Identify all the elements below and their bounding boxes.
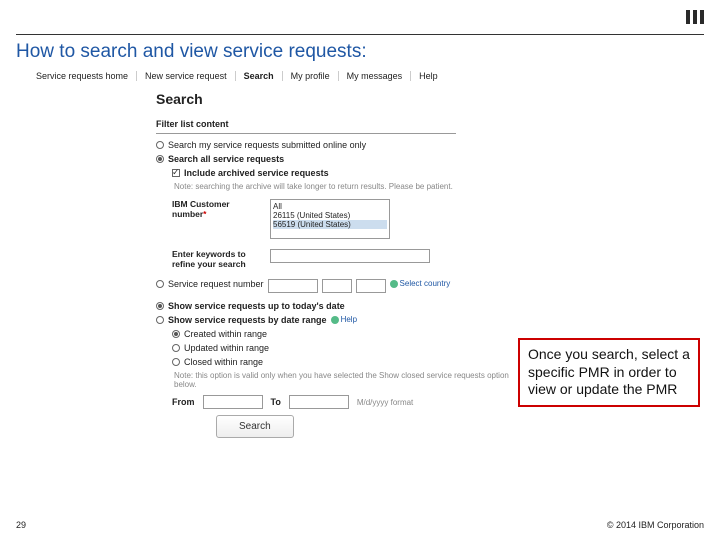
- custnum-label: IBM Customer number: [172, 199, 230, 219]
- closed-label: Closed within range: [184, 357, 263, 367]
- custnum-opt-2[interactable]: 56519 (United States): [273, 220, 387, 229]
- from-label: From: [172, 397, 195, 407]
- updated-label: Updated within range: [184, 343, 269, 353]
- srnum-input-2[interactable]: [322, 279, 352, 293]
- callout-text: Once you search, select a specific PMR i…: [528, 346, 690, 397]
- filter-label: Filter list content: [156, 119, 526, 129]
- custnum-opt-all[interactable]: All: [273, 202, 387, 211]
- to-input[interactable]: [289, 395, 349, 409]
- help-icon: [331, 316, 339, 324]
- srnum-input-1[interactable]: [268, 279, 318, 293]
- archived-label: Include archived service requests: [184, 168, 329, 178]
- radio-updated[interactable]: [172, 344, 180, 352]
- srnum-label: Service request number: [168, 279, 264, 289]
- radio-all[interactable]: [156, 155, 164, 163]
- section-heading: Search: [156, 91, 526, 107]
- radio-srnum[interactable]: [156, 280, 164, 288]
- header-rule: [16, 34, 704, 35]
- radio-online[interactable]: [156, 141, 164, 149]
- srnum-input-3[interactable]: [356, 279, 386, 293]
- radio-today[interactable]: [156, 302, 164, 310]
- keywords-label: Enter keywords to refine your search: [172, 249, 262, 269]
- globe-icon: [390, 280, 398, 288]
- checkbox-archived[interactable]: [172, 169, 180, 177]
- tab-nav: Service requests home New service reques…: [16, 71, 704, 81]
- copyright: © 2014 IBM Corporation: [607, 520, 704, 530]
- ibm-logo: [686, 10, 704, 24]
- date-format-hint: M/d/yyyy format: [357, 398, 413, 407]
- closed-note: Note: this option is valid only when you…: [174, 371, 526, 389]
- custnum-opt-1[interactable]: 26115 (United States): [273, 211, 387, 220]
- opt-range-label: Show service requests by date range: [168, 315, 327, 325]
- radio-created[interactable]: [172, 330, 180, 338]
- page-number: 29: [16, 520, 26, 530]
- custnum-listbox[interactable]: All 26115 (United States) 56519 (United …: [270, 199, 390, 239]
- tab-profile[interactable]: My profile: [283, 71, 339, 81]
- from-input[interactable]: [203, 395, 263, 409]
- divider: [156, 133, 456, 134]
- opt-today-label: Show service requests up to today's date: [168, 301, 345, 311]
- tab-new[interactable]: New service request: [137, 71, 236, 81]
- tab-search[interactable]: Search: [236, 71, 283, 81]
- to-label: To: [271, 397, 281, 407]
- search-button[interactable]: Search: [216, 415, 294, 438]
- tab-help[interactable]: Help: [411, 71, 446, 81]
- opt-all-label: Search all service requests: [168, 154, 284, 164]
- tab-home[interactable]: Service requests home: [28, 71, 137, 81]
- opt-online-label: Search my service requests submitted onl…: [168, 140, 366, 150]
- radio-closed[interactable]: [172, 358, 180, 366]
- select-country-link[interactable]: Select country: [390, 279, 451, 288]
- help-link[interactable]: Help: [331, 315, 357, 324]
- tab-messages[interactable]: My messages: [339, 71, 412, 81]
- radio-range[interactable]: [156, 316, 164, 324]
- page-title: How to search and view service requests:: [16, 41, 704, 63]
- callout-box: Once you search, select a specific PMR i…: [518, 338, 700, 407]
- archived-note: Note: searching the archive will take lo…: [174, 182, 526, 191]
- created-label: Created within range: [184, 329, 267, 339]
- keywords-input[interactable]: [270, 249, 430, 263]
